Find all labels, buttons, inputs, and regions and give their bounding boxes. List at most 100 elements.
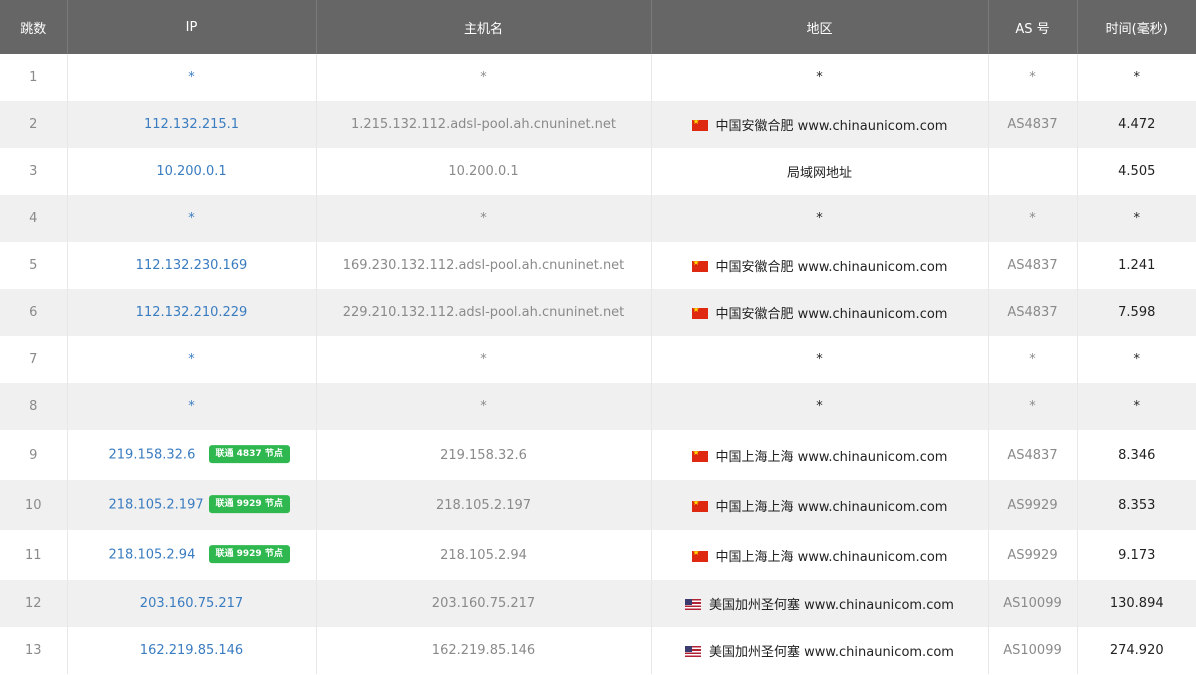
node-badge: 联通 4837 节点	[208, 445, 290, 464]
region-cell: 中国上海上海 www.chinaunicom.com	[651, 430, 989, 480]
header-hostname: 主机名	[316, 0, 652, 54]
time-cell: 4.472	[1118, 117, 1156, 132]
ip-link[interactable]: *	[188, 211, 195, 226]
as-cell: *	[988, 336, 1078, 383]
header-hop: 跳数	[0, 0, 68, 54]
table-row: 6 112.132.210.229 229.210.132.112.adsl-poo…	[0, 289, 1196, 336]
hostname-cell: *	[316, 195, 652, 242]
ip-link[interactable]: *	[188, 399, 195, 414]
region-text: *	[816, 211, 823, 226]
ip-cell[interactable]: 112.132.230.169	[67, 242, 317, 289]
hop-cell: 2	[0, 101, 68, 148]
table-row: 7 * * * * *	[0, 336, 1196, 383]
hop-cell: 5	[0, 242, 68, 289]
china-flag-icon	[691, 120, 708, 131]
region-cell: 局域网地址	[651, 148, 989, 195]
region-cell: 中国安徽合肥 www.chinaunicom.com	[651, 289, 989, 336]
as-cell: AS4837	[988, 289, 1078, 336]
region-text: *	[816, 352, 823, 367]
ip-link[interactable]: *	[188, 70, 195, 85]
time-cell: *	[1133, 70, 1141, 85]
hop-cell: 9	[0, 430, 68, 480]
as-cell: AS10099	[988, 627, 1078, 674]
region-cell: 美国加州圣何塞 www.chinaunicom.com	[651, 627, 989, 674]
hop-cell: 8	[0, 383, 68, 430]
hostname-cell: 1.215.132.112.adsl-pool.ah.cnuninet.net	[316, 101, 652, 148]
ip-cell[interactable]: 162.219.85.146	[67, 627, 317, 674]
table-row: 8 * * * * *	[0, 383, 1196, 430]
as-cell	[988, 148, 1078, 195]
ip-link[interactable]: 218.105.2.94	[109, 548, 196, 563]
ip-link[interactable]: 219.158.32.6	[109, 448, 196, 463]
time-cell: 8.353	[1118, 497, 1156, 513]
hop-cell: 6	[0, 289, 68, 336]
hostname-cell: 229.210.132.112.adsl-pool.ah.cnuninet.ne…	[316, 289, 652, 336]
region-cell: 中国上海上海 www.chinaunicom.com	[651, 530, 989, 580]
time-cell: *	[1133, 211, 1141, 226]
ip-link[interactable]: 112.132.210.229	[136, 305, 248, 320]
hop-cell: 1	[0, 54, 68, 101]
as-cell: AS4837	[988, 430, 1078, 480]
region-text: 美国加州圣何塞 www.chinaunicom.com	[709, 645, 954, 660]
table-row: 10 218.105.2.197 联通 9929 节点 218.105.2.197 中国…	[0, 480, 1196, 530]
ip-cell[interactable]: 112.132.215.1	[67, 101, 317, 148]
china-flag-icon	[691, 308, 708, 319]
region-cell: *	[651, 195, 989, 242]
as-cell: *	[988, 383, 1078, 430]
ip-link[interactable]: 10.200.0.1	[156, 164, 226, 179]
traceroute-table: 跳数 IP 主机名 地区 AS 号 时间(毫秒) 1 * * * * * 2 112.132.…	[0, 0, 1196, 674]
hostname-cell: 169.230.132.112.adsl-pool.ah.cnuninet.ne…	[316, 242, 652, 289]
ip-link[interactable]: 112.132.230.169	[136, 258, 248, 273]
hostname-cell: 162.219.85.146	[316, 627, 652, 674]
table-row: 11 218.105.2.94 联通 9929 节点 218.105.2.94 中国上海…	[0, 530, 1196, 580]
ip-cell[interactable]: *	[67, 383, 317, 430]
ip-link[interactable]: 112.132.215.1	[144, 117, 239, 132]
hostname-cell: *	[316, 336, 652, 383]
region-text: 中国上海上海 www.chinaunicom.com	[715, 499, 948, 515]
hop-cell: 4	[0, 195, 68, 242]
as-cell: *	[988, 195, 1078, 242]
ip-cell[interactable]: *	[67, 195, 317, 242]
ip-cell[interactable]: 203.160.75.217	[67, 580, 317, 627]
hostname-cell: 219.158.32.6	[316, 430, 652, 480]
time-cell: 1.241	[1118, 258, 1156, 273]
time-cell: 274.920	[1109, 643, 1164, 658]
region-text: 中国上海上海 www.chinaunicom.com	[715, 549, 948, 565]
ip-link[interactable]: 203.160.75.217	[140, 596, 243, 611]
time-cell: 9.173	[1118, 547, 1156, 563]
hop-cell: 10	[0, 480, 68, 530]
time-cell: 130.894	[1109, 596, 1164, 611]
table-row: 13 162.219.85.146 162.219.85.146 美国加州圣何塞 ww…	[0, 627, 1196, 674]
china-flag-icon	[691, 550, 708, 562]
region-text: 中国上海上海 www.chinaunicom.com	[715, 449, 948, 465]
ip-cell[interactable]: *	[67, 336, 317, 383]
region-text: 美国加州圣何塞 www.chinaunicom.com	[709, 598, 954, 613]
ip-cell[interactable]: 219.158.32.6 联通 4837 节点	[67, 430, 317, 480]
ip-link[interactable]: 218.105.2.197	[109, 498, 204, 513]
ip-cell[interactable]: 112.132.210.229	[67, 289, 317, 336]
ip-cell[interactable]: 218.105.2.197 联通 9929 节点	[67, 480, 317, 530]
ip-cell[interactable]: 218.105.2.94 联通 9929 节点	[67, 530, 317, 580]
hop-cell: 13	[0, 627, 68, 674]
ip-cell[interactable]: *	[67, 54, 317, 101]
ip-link[interactable]: 162.219.85.146	[140, 643, 243, 658]
time-cell: *	[1133, 352, 1141, 367]
ip-cell[interactable]: 10.200.0.1	[67, 148, 317, 195]
ip-link[interactable]: *	[188, 352, 195, 367]
table-row: 5 112.132.230.169 169.230.132.112.adsl-poo…	[0, 242, 1196, 289]
as-cell: AS4837	[988, 242, 1078, 289]
node-badge: 联通 9929 节点	[208, 495, 290, 514]
as-cell: AS9929	[988, 480, 1078, 530]
hostname-cell: 218.105.2.94	[316, 530, 652, 580]
region-text: 局域网地址	[786, 166, 852, 181]
time-cell: 4.505	[1118, 164, 1156, 179]
table-header-row: 跳数 IP 主机名 地区 AS 号 时间(毫秒)	[0, 0, 1196, 54]
table-body: 1 * * * * * 2 112.132.215.1 1.215.132.112.adsl-p…	[0, 54, 1196, 674]
table-row: 9 219.158.32.6 联通 4837 节点 219.158.32.6 中国上海上…	[0, 430, 1196, 480]
region-text: *	[816, 399, 823, 414]
time-cell: *	[1133, 399, 1141, 414]
region-cell: 美国加州圣何塞 www.chinaunicom.com	[651, 580, 989, 627]
region-cell: *	[651, 383, 989, 430]
hostname-cell: *	[316, 383, 652, 430]
hop-cell: 11	[0, 530, 68, 580]
